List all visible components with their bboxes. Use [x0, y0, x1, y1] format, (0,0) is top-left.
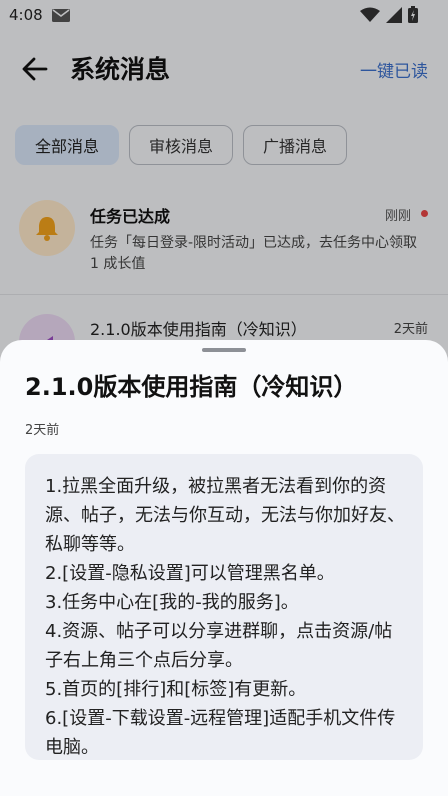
- message-detail-sheet: 2.1.0版本使用指南（冷知识） 2天前 1.拉黑全面升级，被拉黑者无法看到你的…: [0, 340, 448, 796]
- sheet-content-card: 1.拉黑全面升级，被拉黑者无法看到你的资源、帖子，无法与你互动，无法与你加好友、…: [25, 454, 423, 760]
- drag-handle[interactable]: [202, 348, 246, 352]
- sheet-time: 2天前: [25, 423, 60, 438]
- sheet-content: 1.拉黑全面升级，被拉黑者无法看到你的资源、帖子，无法与你互动，无法与你加好友、…: [45, 476, 405, 758]
- sheet-title: 2.1.0版本使用指南（冷知识）: [25, 373, 358, 401]
- system-messages-page: 4:08 系统消息 一键已读 全部消息 审核消息 广播消息 任务已达成 刚刚 任…: [0, 0, 448, 796]
